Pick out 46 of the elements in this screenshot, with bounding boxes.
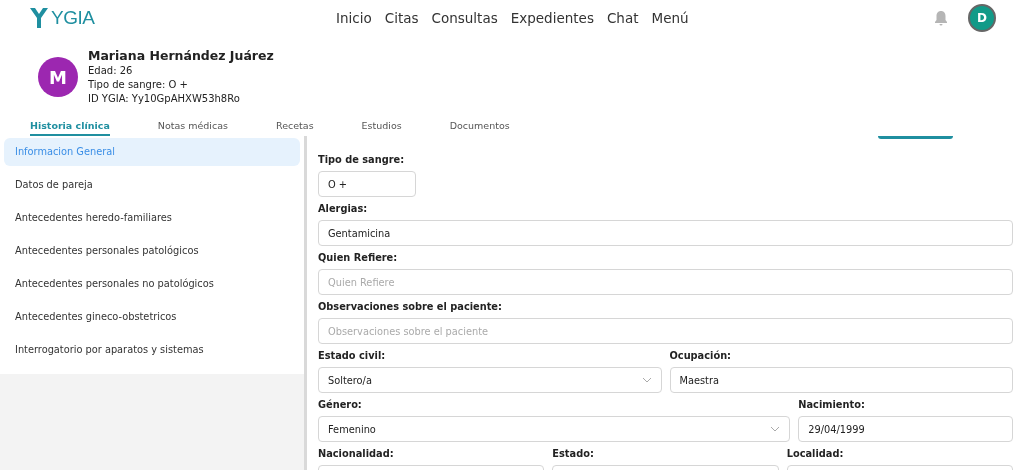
tab[interactable]: Recetas (276, 118, 314, 136)
input-field[interactable]: Maestra (669, 367, 1013, 393)
sidebar-item[interactable]: Antecedentes gineco-obstetricos (4, 303, 300, 331)
sidebar-item[interactable]: Antecedentes personales patológicos (4, 237, 300, 265)
notification-icon[interactable] (934, 10, 948, 26)
input-field[interactable]: 29/04/1999 (798, 416, 1013, 442)
tab[interactable]: Estudios (361, 118, 402, 136)
field-label: Localidad: (786, 447, 845, 461)
input-field[interactable]: Gentamicina (318, 220, 1013, 246)
field-label: Ocupación: (669, 349, 733, 363)
select-field[interactable]: Femenino (318, 416, 791, 442)
select-field[interactable]: Soltero/a (318, 367, 662, 393)
patient-detail: Edad: 26 (88, 64, 134, 78)
field-label: Género: (318, 398, 363, 412)
chevron-icon (770, 426, 781, 432)
chevron-icon (641, 377, 652, 383)
patient-detail: Tipo de sangre: O + (88, 78, 189, 92)
input-field[interactable]: Quien Refiere (318, 269, 1013, 295)
sidebar-item[interactable]: Antecedentes personales no patológicos (4, 270, 300, 298)
sidebar-item[interactable]: Interrogatorio por aparatos y sistemas (4, 336, 300, 364)
sidebar-item[interactable]: Antecedentes heredo-familiares (4, 204, 300, 232)
patient-detail: ID YGIA: Yy10GpAHXW53h8Ro (88, 92, 241, 106)
logo-icon (30, 8, 48, 28)
field-label: Estado civil: (318, 349, 387, 363)
tab[interactable]: Documentos (449, 118, 510, 136)
field-label: Tipo de sangre: (318, 153, 406, 167)
input-field[interactable]: Observaciones sobre el paciente (318, 318, 1013, 344)
field-label: Nacimiento: (798, 398, 866, 412)
nav-link[interactable]: Inicio (336, 10, 372, 26)
tab[interactable]: Notas médicas (157, 118, 228, 136)
field-label: Estado: (552, 447, 595, 461)
nav-link[interactable]: Chat (606, 10, 639, 26)
patient-name: Mariana Hernández Juárez (88, 48, 274, 63)
field-label: Nacionalidad: (318, 447, 395, 461)
logo[interactable]: YGIA (30, 7, 330, 29)
patient-avatar: M (38, 57, 78, 97)
input-field[interactable]: O + (318, 171, 416, 197)
nav-link[interactable]: Expedientes (510, 10, 594, 26)
nav-link[interactable]: Consultas (431, 10, 498, 26)
sidebar-item[interactable]: Datos de pareja (4, 171, 300, 199)
field-label: Quien Refiere: (318, 251, 399, 265)
user-avatar[interactable]: D (968, 4, 996, 32)
nav-link[interactable]: Menú (651, 10, 689, 26)
field-label: Alergias: (318, 202, 369, 216)
field-label: Observaciones sobre el paciente: (318, 300, 503, 314)
nav-link[interactable]: Citas (384, 10, 419, 26)
